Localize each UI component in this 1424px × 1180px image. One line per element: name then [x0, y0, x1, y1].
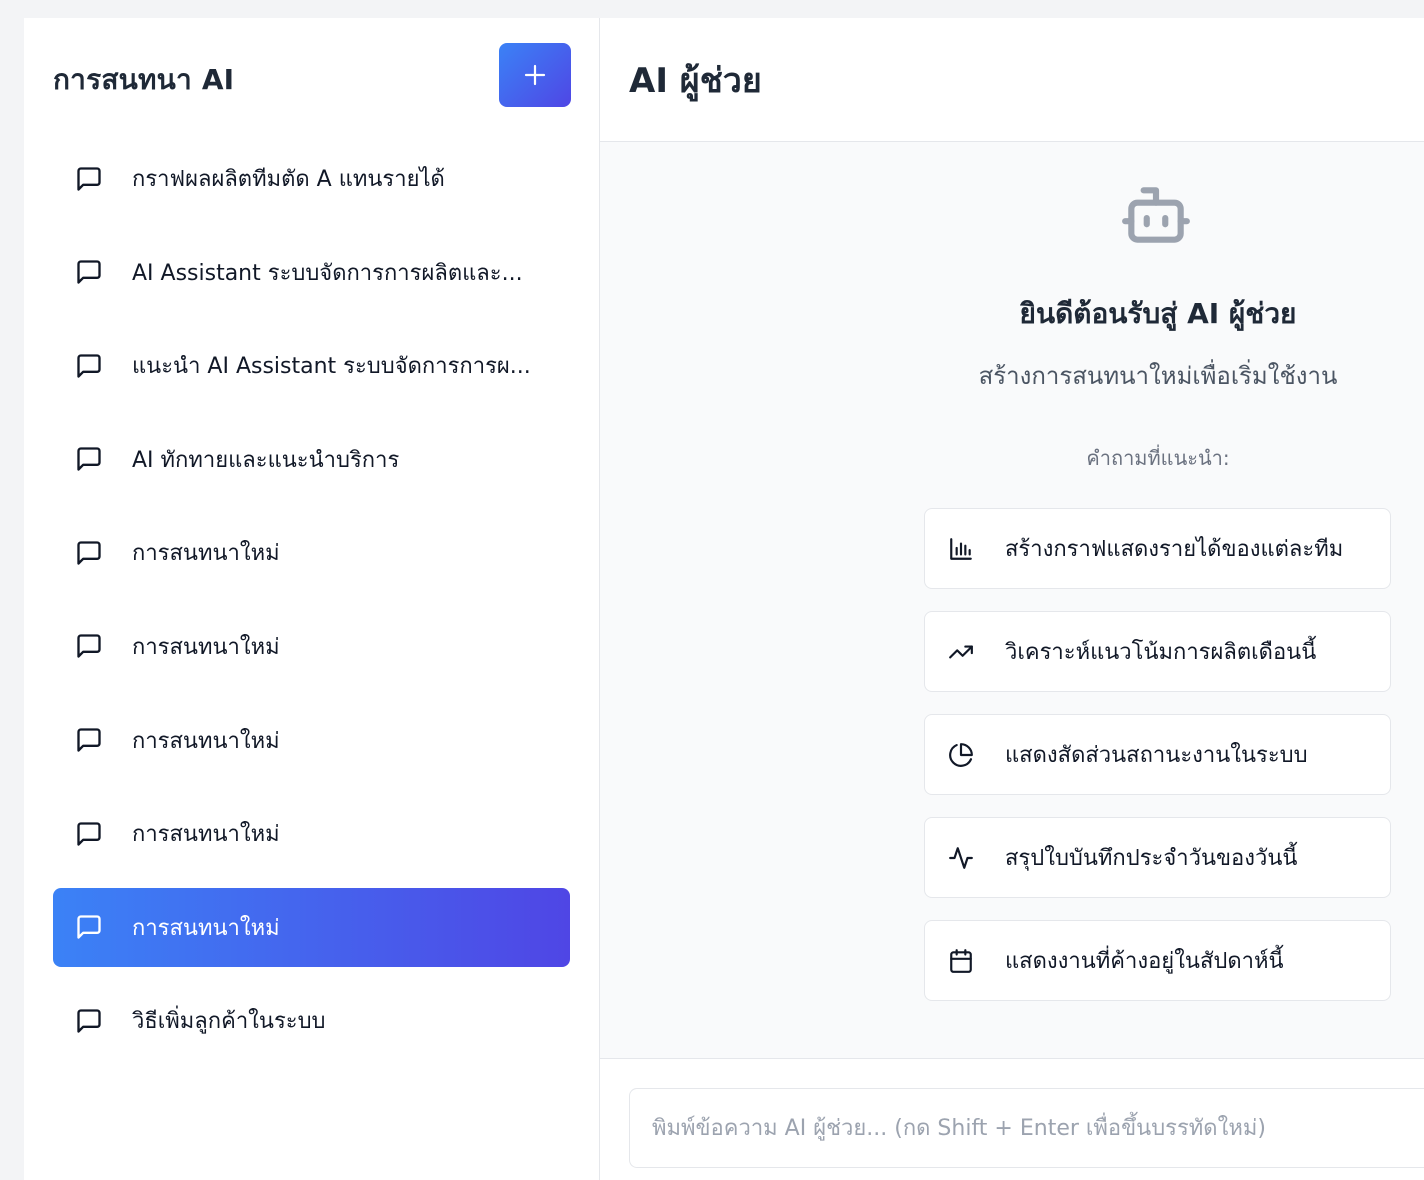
conversation-item[interactable]: แนะนำ AI Assistant ระบบจัดการการผ... [53, 326, 570, 405]
conversation-item[interactable]: การสนทนาใหม่ [53, 607, 570, 686]
suggestion-button-production-trend[interactable]: วิเคราะห์แนวโน้มการผลิตเดือนนี้ [924, 611, 1391, 692]
pie-chart-icon [947, 741, 975, 769]
suggestion-button-daily-summary[interactable]: สรุปใบบันทึกประจำวันของวันนี้ [924, 817, 1391, 898]
message-square-icon [75, 913, 103, 941]
suggestion-label: วิเคราะห์แนวโน้มการผลิตเดือนนี้ [1005, 640, 1317, 665]
suggestion-label: สรุปใบบันทึกประจำวันของวันนี้ [1005, 846, 1298, 871]
message-square-icon [75, 445, 103, 473]
main-panel: AI ผู้ช่วย ยินดีต้อนรับสู่ AI ผู้ช่วย สร… [600, 18, 1424, 1180]
suggested-questions-heading: คำถามที่แนะนำ: [1086, 446, 1230, 470]
calendar-icon [947, 947, 975, 975]
conversation-list: กราฟผลผลิตทีมตัด A แทนรายได้ AI Assistan… [24, 139, 599, 1060]
suggestion-label: แสดงงานที่ค้างอยู่ในสัปดาห์นี้ [1005, 949, 1284, 974]
sidebar: การสนทนา AI กราฟผลผลิตทีมตัด A แทนรายได้ [24, 18, 600, 1180]
suggestion-label: สร้างกราฟแสดงรายได้ของแต่ละทีม [1005, 537, 1344, 562]
message-input-area [600, 1058, 1424, 1180]
message-square-icon [75, 539, 103, 567]
conversation-label: การสนทนาใหม่ [132, 541, 280, 567]
bar-chart-icon [947, 535, 975, 563]
suggestion-button-revenue-chart[interactable]: สร้างกราฟแสดงรายได้ของแต่ละทีม [924, 508, 1391, 589]
message-square-icon [75, 820, 103, 848]
suggestion-button-pending-tasks[interactable]: แสดงงานที่ค้างอยู่ในสัปดาห์นี้ [924, 920, 1391, 1001]
message-square-icon [75, 1007, 103, 1035]
welcome-area: ยินดีต้อนรับสู่ AI ผู้ช่วย สร้างการสนทนา… [600, 142, 1424, 1058]
message-square-icon [75, 726, 103, 754]
new-conversation-button[interactable] [499, 43, 571, 107]
page-title: AI ผู้ช่วย [629, 60, 762, 101]
suggestion-button-status-ratio[interactable]: แสดงสัดส่วนสถานะงานในระบบ [924, 714, 1391, 795]
bot-icon [1122, 187, 1190, 243]
suggestion-label: แสดงสัดส่วนสถานะงานในระบบ [1005, 743, 1308, 768]
conversation-label: การสนทนาใหม่ [132, 822, 280, 848]
app-window: การสนทนา AI กราฟผลผลิตทีมตัด A แทนรายได้ [24, 18, 1424, 1180]
conversation-item[interactable]: AI Assistant ระบบจัดการการผลิตและ... [53, 233, 570, 312]
sidebar-header: การสนทนา AI [24, 18, 599, 142]
conversation-item[interactable]: กราฟผลผลิตทีมตัด A แทนรายได้ [53, 139, 570, 218]
conversation-label: การสนทนาใหม่ [132, 915, 280, 941]
conversation-label: แนะนำ AI Assistant ระบบจัดการการผ... [132, 354, 531, 380]
conversation-item-active[interactable]: การสนทนาใหม่ [53, 887, 570, 967]
message-square-icon [75, 632, 103, 660]
message-square-icon [75, 165, 103, 193]
conversation-item[interactable]: วิธีเพิ่มลูกค้าในระบบ [53, 981, 570, 1060]
conversation-label: การสนทนาใหม่ [132, 728, 280, 754]
suggested-questions-list: สร้างกราฟแสดงรายได้ของแต่ละทีม วิเคราะห์… [924, 508, 1391, 1023]
sidebar-title: การสนทนา AI [53, 63, 235, 96]
conversation-item[interactable]: การสนทนาใหม่ [53, 513, 570, 592]
conversation-item[interactable]: การสนทนาใหม่ [53, 701, 570, 780]
main-header: AI ผู้ช่วย [600, 18, 1424, 142]
welcome-title: ยินดีต้อนรับสู่ AI ผู้ช่วย [1019, 297, 1297, 330]
conversation-item[interactable]: AI ทักทายและแนะนำบริการ [53, 420, 570, 499]
conversation-label: AI ทักทายและแนะนำบริการ [132, 447, 400, 473]
activity-icon [947, 844, 975, 872]
conversation-label: วิธีเพิ่มลูกค้าในระบบ [132, 1009, 326, 1035]
message-input[interactable] [629, 1088, 1424, 1168]
conversation-label: การสนทนาใหม่ [132, 634, 280, 660]
plus-icon [524, 64, 546, 86]
welcome-subtitle: สร้างการสนทนาใหม่เพื่อเริ่มใช้งาน [978, 362, 1338, 390]
conversation-label: AI Assistant ระบบจัดการการผลิตและ... [132, 260, 523, 286]
trending-up-icon [947, 638, 975, 666]
message-square-icon [75, 352, 103, 380]
conversation-label: กราฟผลผลิตทีมตัด A แทนรายได้ [132, 167, 445, 192]
conversation-item[interactable]: การสนทนาใหม่ [53, 794, 570, 873]
message-square-icon [75, 258, 103, 286]
